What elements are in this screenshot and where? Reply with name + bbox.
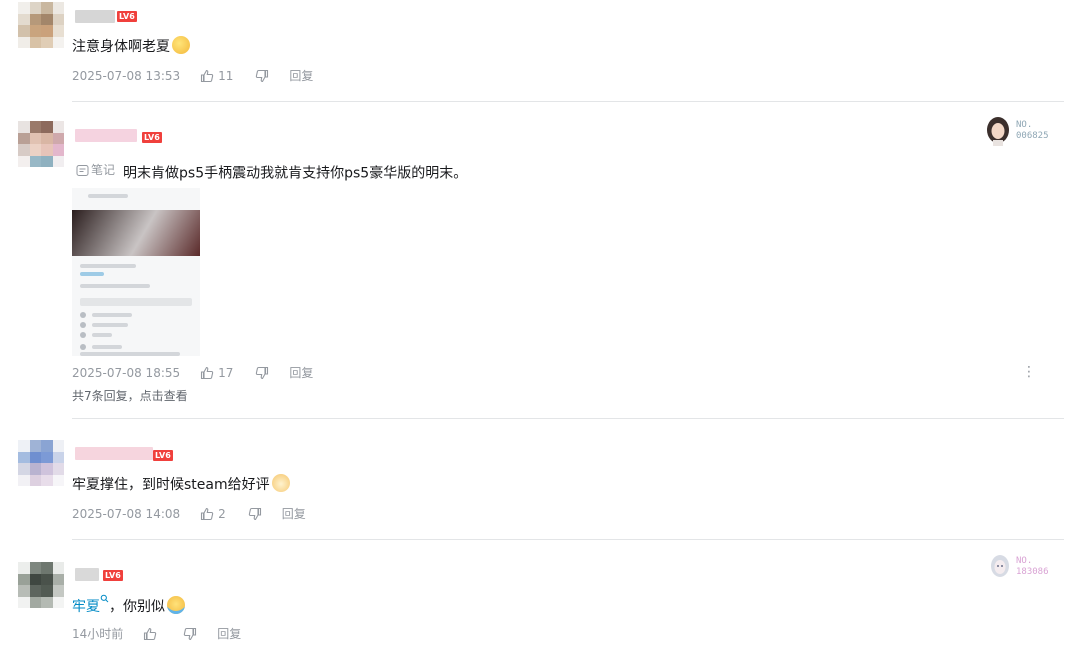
sweat-face-emoji — [172, 36, 190, 54]
more-icon[interactable]: ⋮ — [1022, 364, 1036, 380]
level-badge: LV6 — [153, 450, 173, 461]
comment-meta: 14小时前 回复 — [72, 625, 241, 642]
fan-avatar-icon — [991, 555, 1009, 577]
comment-text-content: 注意身体啊老夏 — [72, 39, 170, 55]
comment-text: 注意身体啊老夏 — [72, 36, 190, 57]
view-replies-link[interactable]: 共7条回复，点击查看 — [72, 387, 188, 404]
mention-link[interactable]: 牢夏 — [72, 599, 100, 615]
avatar[interactable] — [18, 2, 64, 48]
divider — [72, 539, 1064, 540]
avatar[interactable] — [18, 121, 64, 167]
thumb-down-icon — [256, 366, 269, 379]
dislike-button[interactable] — [183, 627, 197, 641]
comment-text: 牢夏 ，你别似 — [72, 594, 185, 617]
thumb-down-icon — [184, 627, 197, 640]
username[interactable] — [75, 447, 153, 460]
reply-button[interactable]: 回复 — [282, 505, 306, 522]
note-tag[interactable]: 笔记 — [76, 160, 115, 180]
level-badge: LV6 — [142, 132, 162, 143]
like-count: 2 — [218, 506, 226, 521]
reply-button[interactable]: 回复 — [217, 625, 241, 642]
image-banner — [72, 210, 200, 256]
fan-badge: NO. 183086 — [988, 554, 1049, 580]
like-count: 17 — [218, 365, 234, 380]
divider — [72, 418, 1064, 419]
like-button[interactable]: 11 — [200, 69, 233, 83]
dog-face-emoji — [271, 474, 290, 492]
like-count: 11 — [218, 68, 234, 83]
username[interactable] — [75, 568, 99, 581]
comment-text-content: ，你别似 — [109, 599, 165, 615]
thumb-down-icon — [248, 507, 261, 520]
comment-text-content: 明末肯做ps5手柄震动我就肯支持你ps5豪华版的明末。 — [123, 165, 468, 182]
thumb-up-icon — [201, 69, 214, 82]
crying-face-emoji — [167, 596, 185, 614]
comment-text: 笔记 明末肯做ps5手柄震动我就肯支持你ps5豪华版的明末。 — [76, 160, 467, 184]
comment-image[interactable] — [72, 188, 200, 356]
comment-meta: 2025-07-08 14:08 2 回复 — [72, 505, 306, 522]
reply-button[interactable]: 回复 — [289, 364, 313, 381]
comment-meta: 2025-07-08 18:55 17 回复 — [72, 364, 313, 381]
avatar[interactable] — [18, 562, 64, 608]
fan-badge: NO. 006825 — [984, 116, 1049, 146]
dislike-button[interactable] — [255, 366, 269, 380]
username[interactable] — [75, 10, 115, 23]
divider — [72, 101, 1064, 102]
level-badge: LV6 — [103, 570, 123, 581]
badge-number: NO. 006825 — [1016, 120, 1049, 141]
comment-meta: 2025-07-08 13:53 11 回复 — [72, 67, 313, 84]
avatar[interactable] — [18, 440, 64, 486]
timestamp: 2025-07-08 13:53 — [72, 68, 181, 83]
comment-text-content: 牢夏撑住，到时候steam给好评 — [72, 477, 270, 493]
dislike-button[interactable] — [255, 69, 269, 83]
thumb-up-icon — [144, 627, 157, 640]
note-icon — [76, 164, 89, 176]
badge-number: NO. 183086 — [1016, 556, 1049, 577]
like-button[interactable]: 17 — [200, 366, 233, 380]
thumb-down-icon — [256, 69, 269, 82]
reply-button[interactable]: 回复 — [289, 67, 313, 84]
timestamp: 2025-07-08 14:08 — [72, 506, 181, 521]
timestamp: 2025-07-08 18:55 — [72, 365, 181, 380]
search-icon — [100, 594, 109, 603]
fan-avatar-icon — [987, 117, 1009, 146]
thumb-up-icon — [201, 507, 214, 520]
like-button[interactable]: 2 — [200, 507, 226, 521]
dislike-button[interactable] — [248, 507, 262, 521]
like-button[interactable] — [143, 627, 161, 641]
username[interactable] — [75, 129, 137, 142]
timestamp: 14小时前 — [72, 627, 124, 641]
level-badge: LV6 — [117, 11, 137, 22]
thumb-up-icon — [201, 366, 214, 379]
comment-text: 牢夏撑住，到时候steam给好评 — [72, 474, 290, 495]
note-tag-label: 笔记 — [91, 163, 116, 177]
